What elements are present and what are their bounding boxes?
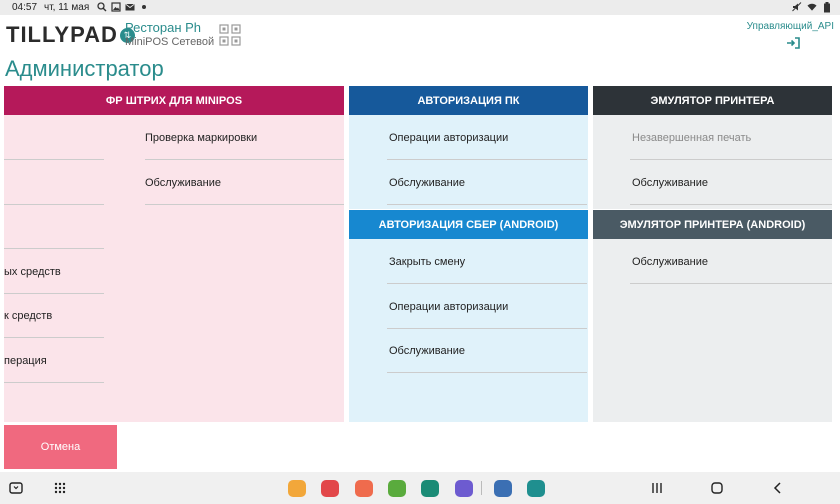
- menu-item-printer-android-service[interactable]: Обслуживание: [632, 256, 708, 268]
- panel-auth-sber-title: АВТОРИЗАЦИЯ СБЕР (ANDROID): [349, 210, 588, 239]
- files-app-icon[interactable]: [288, 480, 306, 497]
- status-bar: 04:57 чт, 11 мая: [0, 0, 840, 15]
- taskbar: [0, 472, 840, 504]
- menu-item-operation[interactable]: перация: [4, 355, 47, 367]
- separator: [4, 382, 104, 383]
- separator: [4, 204, 104, 205]
- apps-grid-icon[interactable]: [50, 478, 70, 498]
- separator: [145, 204, 344, 205]
- separator: [387, 283, 587, 284]
- page-title: Администратор: [5, 56, 164, 81]
- menu-item-close-shift[interactable]: Закрыть смену: [389, 256, 465, 268]
- menu-item-fr-service[interactable]: Обслуживание: [145, 177, 221, 189]
- cancel-button[interactable]: Отмена: [4, 425, 117, 469]
- status-time: 04:57: [12, 2, 38, 13]
- battery-icon: [822, 1, 832, 13]
- menu-item-cash-funds-1[interactable]: ых средств: [4, 266, 61, 278]
- calculator-app-icon[interactable]: [388, 480, 406, 497]
- panel-auth-pc-title: АВТОРИЗАЦИЯ ПК: [349, 86, 588, 115]
- user-name[interactable]: Управляющий_API: [747, 21, 834, 32]
- separator: [4, 159, 104, 160]
- mute-icon: [792, 1, 802, 13]
- separator: [145, 159, 344, 160]
- status-date: чт, 11 мая: [44, 2, 90, 13]
- separator: [387, 372, 587, 373]
- recent-apps-icon[interactable]: [647, 478, 667, 498]
- internet-app-icon[interactable]: [455, 480, 473, 497]
- image-icon: [111, 1, 121, 13]
- menu-item-auth-operations[interactable]: Операции авторизации: [389, 132, 508, 144]
- panel-printer-emulator: ЭМУЛЯТОР ПРИНТЕРА Незавершенная печать О…: [593, 86, 832, 209]
- menu-item-sber-operations[interactable]: Операции авторизации: [389, 301, 508, 313]
- panel-printer-emulator-android-title: ЭМУЛЯТОР ПРИНТЕРА (ANDROID): [593, 210, 832, 239]
- separator: [630, 283, 832, 284]
- separator: [4, 293, 104, 294]
- back-icon[interactable]: [768, 478, 788, 498]
- separator: [387, 204, 587, 205]
- separator: [387, 328, 587, 329]
- menu-item-cash-funds-2[interactable]: к средств: [4, 310, 52, 322]
- tillypad-logo: TILLYPAD ⇅: [6, 22, 135, 47]
- search-icon: [97, 1, 107, 13]
- separator: [4, 337, 104, 338]
- panel-auth-sber: АВТОРИЗАЦИЯ СБЕР (ANDROID) Закрыть смену…: [349, 210, 588, 422]
- taskbar-divider: [481, 481, 482, 495]
- panel-printer-emulator-title: ЭМУЛЯТОР ПРИНТЕРА: [593, 86, 832, 115]
- menu-item-sber-service[interactable]: Обслуживание: [389, 345, 465, 357]
- separator: [4, 248, 104, 249]
- qr-grid-icon[interactable]: [219, 24, 241, 46]
- separator: [630, 204, 832, 205]
- mail-icon: [125, 1, 135, 13]
- tree-app-icon[interactable]: [527, 480, 545, 497]
- panel-fr-shtrih: ФР ШТРИХ ДЛЯ MINIPOS Проверка маркировки…: [4, 86, 344, 422]
- wifi-icon: [807, 1, 817, 13]
- separator: [387, 159, 587, 160]
- panel-printer-emulator-android: ЭМУЛЯТОР ПРИНТЕРА (ANDROID) Обслуживание: [593, 210, 832, 422]
- notes-app-icon[interactable]: [321, 480, 339, 497]
- calendar-app-icon[interactable]: [421, 480, 439, 497]
- home-icon[interactable]: [707, 478, 727, 498]
- menu-item-printer-service[interactable]: Обслуживание: [632, 177, 708, 189]
- menu-item-check-marking[interactable]: Проверка маркировки: [145, 132, 257, 144]
- panel-auth-pc: АВТОРИЗАЦИЯ ПК Операции авторизации Обсл…: [349, 86, 588, 209]
- dot-icon: [139, 1, 149, 13]
- settings-app-icon[interactable]: [494, 480, 512, 497]
- panel-fr-shtrih-title: ФР ШТРИХ ДЛЯ MINIPOS: [4, 86, 344, 115]
- separator: [630, 159, 832, 160]
- logout-icon[interactable]: [786, 36, 800, 49]
- logo-text: TILLYPAD: [6, 22, 118, 47]
- restaurant-name: Ресторан Ph: [125, 20, 202, 35]
- screenshot-tool-icon[interactable]: [6, 478, 26, 498]
- contacts-app-icon[interactable]: [355, 480, 373, 497]
- menu-item-auth-service[interactable]: Обслуживание: [389, 177, 465, 189]
- menu-item-unfinished-print[interactable]: Незавершенная печать: [632, 132, 751, 144]
- network-mode: MiniPOS Сетевой: [125, 36, 215, 48]
